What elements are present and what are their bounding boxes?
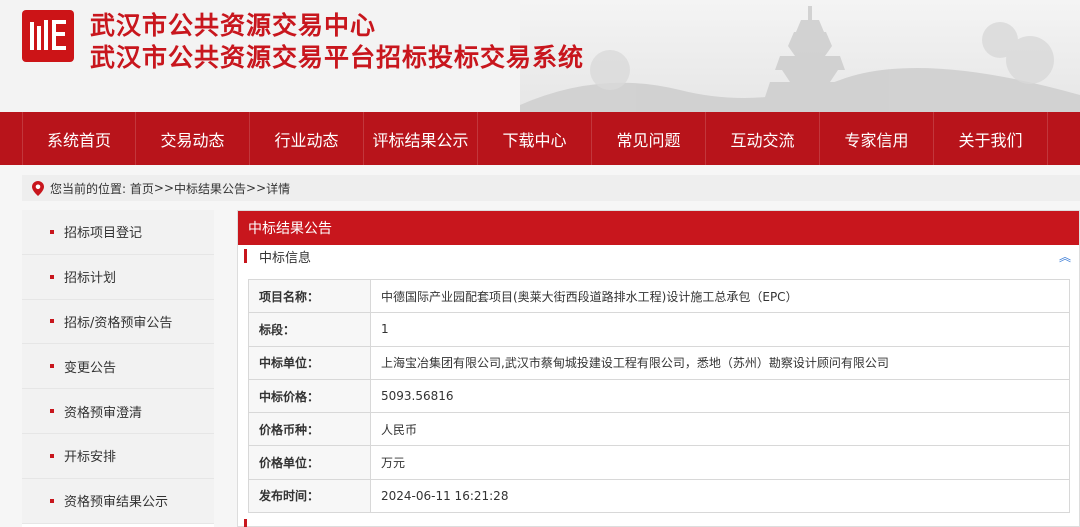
- sidebar-item-label: 资格预审澄清: [64, 405, 143, 421]
- sidebar-item-bidding-prequal-notice[interactable]: 招标/资格预审公告: [22, 299, 214, 345]
- bullet-icon: [50, 319, 54, 324]
- nav-item-download-center[interactable]: 下载中心: [478, 112, 592, 165]
- field-value: 5093.56816: [370, 378, 1070, 414]
- sidebar-item-label: 招标/资格预审公告: [64, 315, 173, 331]
- field-value: 人民币: [370, 412, 1070, 447]
- table-row: 中标单位： 上海宝冶集团有限公司,武汉市蔡甸城投建设工程有限公司，悉地（苏州）勘…: [248, 345, 1070, 380]
- nav-item-industry-news[interactable]: 行业动态: [250, 112, 364, 165]
- sidebar-menu: 招标项目登记 招标计划 招标/资格预审公告 变更公告 资格预审澄清 开标安排 资…: [22, 210, 214, 527]
- field-label: 价格单位：: [248, 445, 371, 480]
- table-row: 中标价格： 5093.56816: [248, 378, 1070, 414]
- sidebar-item-label: 开标安排: [64, 450, 117, 466]
- nav-item-bid-evaluation-results[interactable]: 评标结果公示: [364, 112, 478, 165]
- breadcrumb-prefix: 您当前的位置:: [50, 181, 127, 196]
- nav-item-about-us[interactable]: 关于我们: [934, 112, 1048, 165]
- sidebar-item-project-registration[interactable]: 招标项目登记: [22, 210, 214, 255]
- field-label: 价格币种：: [248, 412, 371, 447]
- breadcrumb: 您当前的位置: 首页 >> 中标结果公告 >> 详情: [22, 175, 1080, 201]
- bullet-icon: [50, 274, 54, 279]
- table-row: 价格单位： 万元: [248, 445, 1070, 480]
- logo-mark-icon: [30, 20, 66, 50]
- field-value: 2024-06-11 16:21:28: [370, 478, 1070, 514]
- table-row: 标段： 1: [248, 312, 1070, 347]
- sidebar-item-label: 变更公告: [64, 360, 117, 376]
- nav-item-home[interactable]: 系统首页: [22, 112, 136, 165]
- nav-item-expert-credit[interactable]: 专家信用: [820, 112, 934, 165]
- field-label: 项目名称：: [248, 278, 371, 314]
- location-pin-icon: [32, 180, 44, 196]
- field-value: 1: [370, 312, 1070, 347]
- table-row: 价格币种： 人民币: [248, 412, 1070, 447]
- breadcrumb-separator: >>: [246, 181, 267, 195]
- breadcrumb-home-link[interactable]: 首页: [130, 180, 154, 197]
- sidebar-item-bidding-plan[interactable]: 招标计划: [22, 254, 214, 300]
- award-notice-panel: 中标结果公告 中标信息 ︽ 项目名称： 中德国际产业园配套项目(奥莱大街西段道路…: [237, 210, 1080, 527]
- panel-title: 中标结果公告: [238, 211, 1079, 245]
- sidebar-item-change-notice[interactable]: 变更公告: [22, 344, 214, 390]
- nav-item-interaction[interactable]: 互动交流: [706, 112, 820, 165]
- award-info-section-header: 中标信息 ︽: [238, 245, 1079, 267]
- section-marker: [244, 249, 247, 263]
- sidebar-item-prequal-clarification[interactable]: 资格预审澄清: [22, 389, 214, 434]
- sidebar-item-prequal-results[interactable]: 资格预审结果公示: [22, 478, 214, 524]
- pagoda-background-image: [520, 0, 1080, 112]
- sidebar-item-label: 资格预审结果公示: [64, 495, 169, 511]
- table-row: 发布时间： 2024-06-11 16:21:28: [248, 478, 1070, 514]
- table-row: 项目名称： 中德国际产业园配套项目(奥莱大街西段道路排水工程)设计施工总承包（E…: [248, 278, 1070, 314]
- breadcrumb-separator: >>: [153, 181, 174, 195]
- bullet-icon: [50, 409, 54, 414]
- field-label: 发布时间：: [248, 478, 371, 514]
- bullet-icon: [50, 229, 54, 234]
- site-header: 武汉市公共资源交易中心 武汉市公共资源交易平台招标投标交易系统: [0, 0, 1080, 112]
- breadcrumb-section-link[interactable]: 中标结果公告: [174, 180, 246, 197]
- bullet-icon: [50, 453, 54, 458]
- field-value: 中德国际产业园配套项目(奥莱大街西段道路排水工程)设计施工总承包（EPC）: [370, 278, 1070, 314]
- bullet-icon: [50, 364, 54, 369]
- field-label: 中标价格：: [248, 378, 371, 414]
- sidebar-item-label: 招标项目登记: [64, 226, 143, 242]
- section-title: 中标信息: [259, 250, 312, 266]
- sidebar-item-label: 招标计划: [64, 271, 117, 287]
- field-value: 上海宝冶集团有限公司,武汉市蔡甸城投建设工程有限公司，悉地（苏州）勘察设计顾问有…: [370, 345, 1070, 380]
- field-label: 标段：: [248, 312, 371, 347]
- sidebar-item-bid-opening-schedule[interactable]: 开标安排: [22, 433, 214, 479]
- header-title-line1: 武汉市公共资源交易中心: [90, 11, 377, 40]
- breadcrumb-current: 详情: [266, 181, 291, 196]
- nav-item-trade-news[interactable]: 交易动态: [136, 112, 250, 165]
- site-logo[interactable]: [22, 10, 74, 62]
- bullet-icon: [50, 498, 54, 503]
- main-nav: 系统首页 交易动态 行业动态 评标结果公示 下载中心 常见问题 互动交流 专家信…: [0, 112, 1080, 165]
- double-chevron-up-icon[interactable]: ︽: [1059, 248, 1071, 265]
- field-label: 中标单位：: [248, 345, 371, 380]
- award-info-table: 项目名称： 中德国际产业园配套项目(奥莱大街西段道路排水工程)设计施工总承包（E…: [248, 278, 1070, 514]
- nav-item-faq[interactable]: 常见问题: [592, 112, 706, 165]
- next-section-marker: [244, 519, 247, 527]
- header-title-line2: 武汉市公共资源交易平台招标投标交易系统: [90, 43, 585, 72]
- field-value: 万元: [370, 445, 1070, 480]
